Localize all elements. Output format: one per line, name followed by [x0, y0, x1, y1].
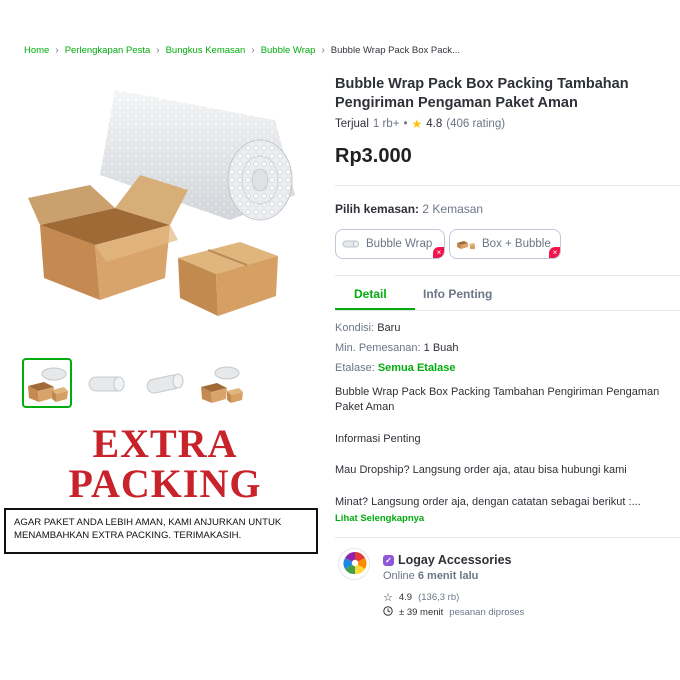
product-rating: 4.8 [426, 118, 443, 130]
bubble-wrap-icon [342, 240, 359, 248]
detail-showcase: Etalase: Semua Etalase [335, 362, 455, 374]
sold-count: 1 rb+ [372, 118, 400, 130]
thumbnail-strip [22, 358, 246, 408]
thumbnail-4[interactable] [196, 358, 246, 408]
clock-icon [383, 606, 393, 619]
product-price: Rp3.000 [335, 145, 412, 167]
thumbnail-1[interactable] [22, 358, 72, 408]
variant-count: 2 Kemasan [422, 202, 484, 216]
extra-packing-title-line2: PACKING [68, 461, 262, 506]
chevron-right-icon: › [55, 45, 59, 56]
close-icon: × [549, 247, 560, 258]
process-time-value: ± 39 menit [399, 607, 444, 618]
divider [335, 275, 680, 276]
variant-label: Pilih kemasan: 2 Kemasan [335, 202, 483, 216]
variant-option-bubble-wrap[interactable]: Bubble Wrap × [335, 229, 445, 259]
detail-min-order: Min. Pemesanan: 1 Buah [335, 342, 459, 354]
description-paragraph-2: Informasi Penting [335, 433, 421, 445]
thumbnail-3[interactable] [138, 358, 188, 408]
min-order-key: Min. Pemesanan: [335, 342, 421, 354]
star-outline-icon: ☆ [383, 592, 393, 604]
product-meta: Terjual 1 rb+ • ★ 4.8 (406 rating) [335, 117, 505, 131]
breadcrumb-bubble-wrap[interactable]: Bubble Wrap [261, 45, 316, 56]
breadcrumb-bungkus-kemasan[interactable]: Bungkus Kemasan [166, 45, 246, 56]
process-time-label: pesanan diproses [449, 607, 525, 618]
online-label: Online [383, 570, 415, 582]
description-paragraph-4: Minat? Langsung order aja, dengan catata… [335, 496, 641, 508]
condition-value: Baru [377, 322, 401, 334]
shop-online-status: Online 6 menit lalu [383, 570, 478, 582]
variant-option-label: Box + Bubble [482, 238, 551, 250]
min-order-value: 1 Buah [423, 342, 459, 354]
thumbnail-2[interactable] [80, 358, 130, 408]
chevron-right-icon: › [321, 45, 325, 56]
star-icon: ★ [411, 117, 423, 131]
shop-avatar[interactable] [338, 548, 370, 580]
breadcrumb-perlengkapan-pesta[interactable]: Perlengkapan Pesta [65, 45, 151, 56]
showcase-link[interactable]: Semua Etalase [378, 362, 456, 374]
shop-name-row: ✓ Logay Accessories [383, 553, 511, 567]
sold-label: Terjual [335, 118, 369, 130]
shop-rating: ☆ 4.9 (136,3 rb) [383, 591, 459, 604]
condition-key: Kondisi: [335, 322, 375, 334]
closed-box-illustration [178, 242, 278, 316]
breadcrumb-current: Bubble Wrap Pack Box Pack... [330, 45, 460, 56]
showcase-key: Etalase: [335, 362, 375, 374]
chevron-right-icon: › [156, 45, 160, 56]
shop-process-time: ± 39 menit pesanan diproses [383, 606, 524, 619]
see-more-link[interactable]: Lihat Selengkapnya [335, 513, 424, 524]
online-time: 6 menit lalu [417, 570, 479, 582]
box-icon [457, 241, 475, 249]
variant-option-box-bubble[interactable]: Box + Bubble × [449, 229, 561, 259]
product-title: Bubble Wrap Pack Box Packing Tambahan Pe… [335, 76, 629, 111]
close-icon: × [433, 247, 444, 258]
shop-rating-value: 4.9 [398, 592, 413, 603]
divider [335, 310, 680, 311]
tab-info-penting[interactable]: Info Penting [423, 287, 492, 301]
dot-separator: • [403, 118, 408, 130]
open-box-illustration [28, 175, 188, 300]
official-badge-icon: ✓ [383, 554, 394, 566]
product-main-image[interactable] [20, 80, 320, 350]
variant-option-label: Bubble Wrap [366, 238, 433, 250]
breadcrumb: Home › Perlengkapan Pesta › Bungkus Kema… [24, 45, 460, 56]
divider [335, 537, 680, 538]
description-paragraph-1: Bubble Wrap Pack Box Packing Tambahan Pe… [335, 386, 660, 413]
breadcrumb-home[interactable]: Home [24, 45, 49, 56]
detail-condition: Kondisi: Baru [335, 322, 400, 334]
rating-count[interactable]: (406 rating) [446, 118, 505, 130]
extra-packing-notice: AGAR PAKET ANDA LEBIH AMAN, KAMI ANJURKA… [4, 508, 318, 554]
divider [335, 185, 680, 186]
variant-label-text: Pilih kemasan: [335, 202, 420, 216]
chevron-right-icon: › [251, 45, 255, 56]
shop-rating-count: (136,3 rb) [418, 592, 460, 603]
shop-name[interactable]: Logay Accessories [398, 553, 511, 567]
tab-detail[interactable]: Detail [354, 287, 387, 301]
description-paragraph-3: Mau Dropship? Langsung order aja, atau b… [335, 464, 627, 476]
